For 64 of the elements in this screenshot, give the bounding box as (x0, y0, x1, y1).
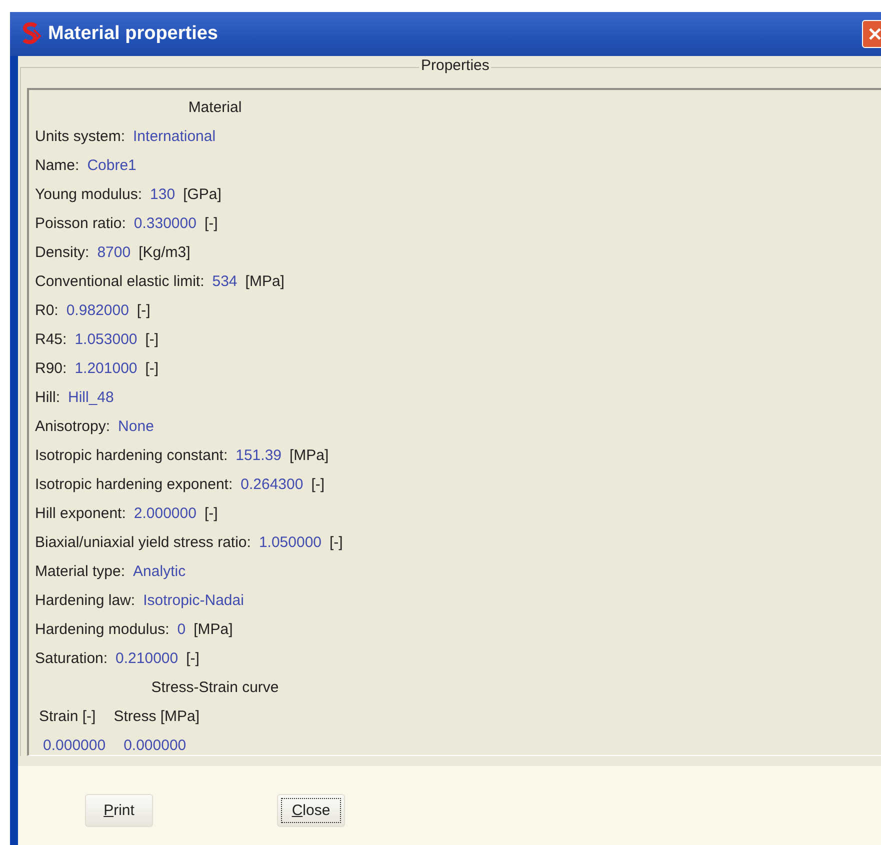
property-value: International (133, 127, 216, 147)
property-label: Young modulus: (35, 185, 142, 205)
section-heading: Material (187, 98, 243, 118)
property-label: Hill exponent: (35, 504, 126, 524)
table-cell-text: 0.000000 (124, 736, 186, 756)
unit-label: [-] (145, 359, 159, 379)
unit-label: [-] (204, 214, 218, 234)
close-window-button[interactable] (862, 20, 881, 48)
unit-label: [-] (136, 301, 150, 321)
unit-label: [-] (204, 504, 218, 524)
close-icon (867, 26, 881, 42)
property-label: Hill: (35, 388, 60, 408)
unit-label: [MPa] (194, 620, 233, 640)
window-title: Material properties (48, 23, 218, 45)
property-label: Isotropic hardening exponent: (35, 475, 233, 495)
property-value: 2.000000 (134, 504, 196, 524)
property-value: 0.982000 (66, 301, 129, 321)
property-label: R90: (35, 359, 67, 379)
property-label: Name: (35, 156, 80, 176)
property-value: Analytic (133, 562, 186, 582)
property-label: Saturation: (35, 649, 108, 669)
property-label: Units system: (35, 127, 126, 147)
property-value: 8700 (97, 243, 131, 263)
dialog-button[interactable]: Print (85, 794, 153, 827)
property-value: 130 (150, 185, 176, 205)
column-header: Stress [MPa] (114, 707, 200, 727)
unit-label: [MPa] (290, 446, 329, 466)
property-value: Hill_48 (68, 388, 114, 408)
property-value: None (118, 417, 154, 437)
table-cell-text: 0.000000 (42, 736, 106, 756)
property-label: R0: (35, 301, 58, 321)
unit-label: [-] (186, 649, 200, 669)
property-label: Conventional elastic limit: (35, 272, 204, 292)
property-value: 151.39 (236, 446, 282, 466)
property-value: 0.264300 (240, 475, 304, 495)
property-label: Anisotropy: (35, 417, 110, 437)
property-label: Isotropic hardening constant: (35, 446, 228, 466)
property-label: Hardening law: (35, 591, 136, 611)
section-heading: Stress-Strain curve (150, 678, 280, 698)
unit-label: [Kg/m3] (138, 243, 190, 263)
property-value: 1.053000 (74, 330, 138, 350)
property-value: 0 (177, 620, 186, 640)
property-value: 0.210000 (116, 649, 178, 669)
dialog-button[interactable]: Close (277, 794, 345, 827)
property-label: R45: (35, 330, 67, 350)
property-value: 534 (212, 272, 238, 292)
group-title: Properties (419, 57, 492, 74)
unit-label: [MPa] (245, 272, 284, 292)
property-value: Cobre1 (87, 156, 136, 176)
property-label: Material type: (35, 562, 126, 582)
property-label: Hardening modulus: (35, 620, 170, 640)
property-label: Biaxial/uniaxial yield stress ratio: (35, 533, 251, 553)
app-logo-icon (20, 22, 42, 46)
unit-label: [GPa] (183, 185, 222, 205)
unit-label: [-] (330, 533, 343, 553)
property-value: 0.330000 (134, 214, 196, 234)
property-value: 1.201000 (74, 359, 138, 379)
column-header: Strain [-] (39, 707, 96, 727)
property-value: Isotropic-Nadai (143, 591, 244, 611)
property-label: Density: (35, 243, 90, 263)
property-value: 1.050000 (258, 533, 322, 553)
unit-label: [-] (311, 475, 325, 495)
unit-label: [-] (145, 330, 159, 350)
property-label: Poisson ratio: (35, 214, 126, 234)
